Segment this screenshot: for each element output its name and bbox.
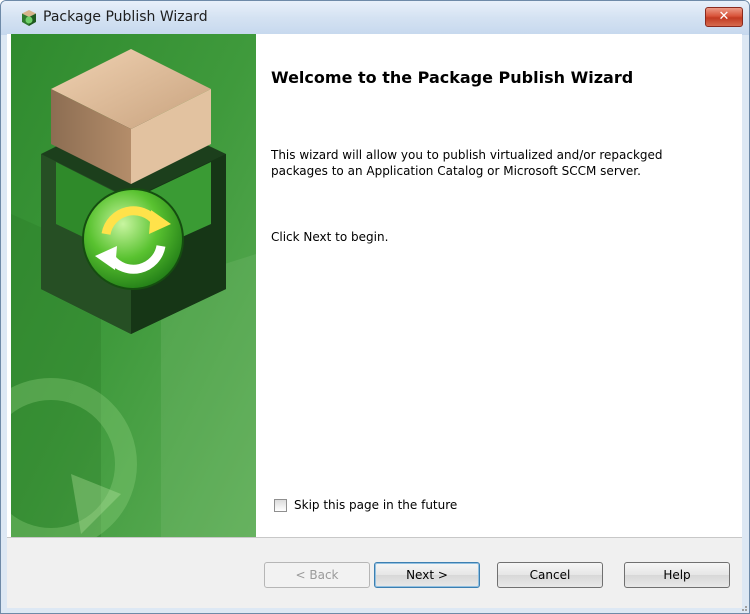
next-button[interactable]: Next > bbox=[374, 562, 480, 588]
help-button[interactable]: Help bbox=[624, 562, 730, 588]
cancel-button[interactable]: Cancel bbox=[497, 562, 603, 588]
wizard-side-graphic bbox=[11, 34, 256, 537]
close-icon: ✕ bbox=[718, 9, 730, 24]
package-icon bbox=[22, 10, 36, 26]
close-button[interactable]: ✕ bbox=[705, 7, 743, 27]
skip-page-checkbox[interactable] bbox=[274, 499, 287, 512]
skip-page-label[interactable]: Skip this page in the future bbox=[294, 498, 457, 512]
wizard-description: This wizard will allow you to publish vi… bbox=[271, 148, 663, 178]
window-title: Package Publish Wizard bbox=[43, 9, 208, 25]
package-refresh-illustration bbox=[11, 34, 256, 537]
title-bar[interactable]: Package Publish Wizard ✕ bbox=[1, 1, 749, 35]
page-title: Welcome to the Package Publish Wizard bbox=[271, 68, 634, 87]
resize-grip-icon[interactable] bbox=[738, 602, 748, 612]
back-button[interactable]: < Back bbox=[264, 562, 370, 588]
next-hint-text: Click Next to begin. bbox=[271, 230, 389, 244]
